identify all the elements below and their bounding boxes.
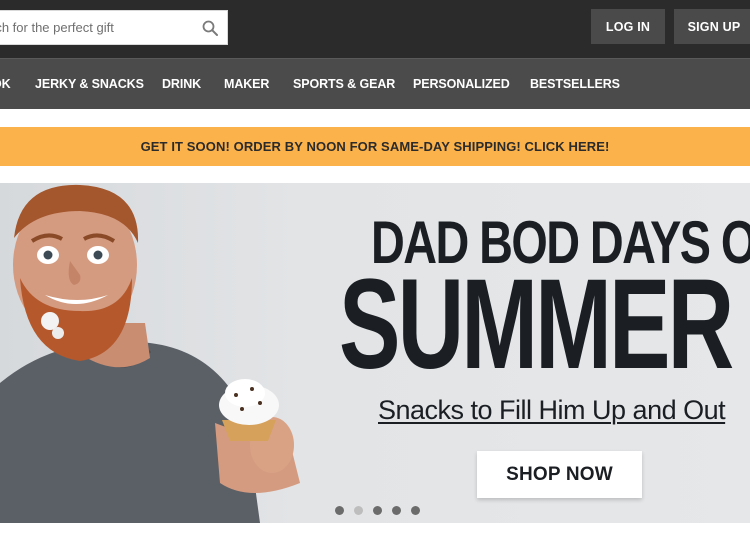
search-box [0, 10, 228, 45]
carousel-dot-1[interactable] [335, 506, 344, 515]
carousel-dot-2[interactable] [354, 506, 363, 515]
man-eating-cupcake-image [0, 184, 300, 523]
promo-banner[interactable]: GET IT SOON! ORDER BY NOON FOR SAME-DAY … [0, 127, 750, 166]
top-header-bar: LOG IN SIGN UP [0, 0, 750, 58]
nav-item-personalized[interactable]: PERSONALIZED [413, 59, 510, 109]
search-input[interactable] [0, 11, 193, 44]
main-navigation: OK JERKY & SNACKS DRINK MAKER SPORTS & G… [0, 58, 750, 109]
carousel-indicators [335, 506, 420, 515]
nav-item-drink[interactable]: DRINK [162, 59, 201, 109]
login-button[interactable]: LOG IN [591, 9, 665, 44]
nav-item-sports-gear[interactable]: SPORTS & GEAR [293, 59, 395, 109]
carousel-dot-5[interactable] [411, 506, 420, 515]
hero-subheading-link[interactable]: Snacks to Fill Him Up and Out [378, 395, 726, 426]
nav-item-bestsellers[interactable]: BESTSELLERS [530, 59, 620, 109]
carousel-dot-4[interactable] [392, 506, 401, 515]
carousel-dot-3[interactable] [373, 506, 382, 515]
nav-item-book[interactable]: OK [0, 59, 11, 109]
signup-button[interactable]: SIGN UP [674, 9, 750, 44]
hero-headline-main: SUMMER [339, 253, 734, 396]
shop-now-button[interactable]: SHOP NOW [477, 451, 642, 498]
promo-text: GET IT SOON! ORDER BY NOON FOR SAME-DAY … [140, 139, 610, 154]
hero-carousel[interactable]: DAD BOD DAYS OF SUMMER Snacks to Fill Hi… [0, 183, 750, 523]
nav-item-maker[interactable]: MAKER [224, 59, 269, 109]
nav-item-jerky-snacks[interactable]: JERKY & SNACKS [35, 59, 144, 109]
search-icon[interactable] [193, 11, 227, 45]
